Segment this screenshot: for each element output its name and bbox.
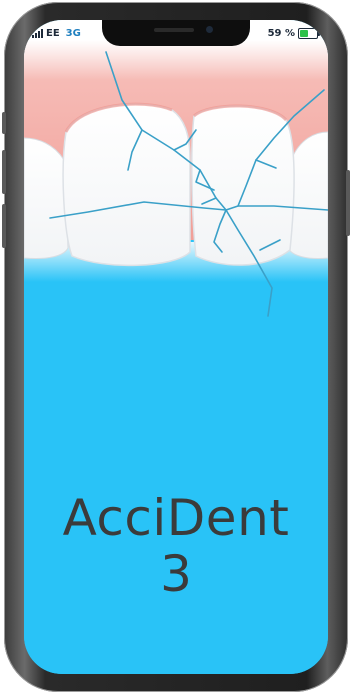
app-screen[interactable]: EE 3G 59 % AcciDent 3 [24,20,328,674]
left-side-tooth [24,137,69,259]
power-button [346,170,350,236]
status-bar-left: EE 3G [32,26,81,40]
carrier-label: EE [46,27,60,39]
volume-up-button [2,150,6,194]
left-front-tooth [62,103,191,267]
status-bar-right: 59 % [267,26,320,40]
app-title-name: AcciDent [62,489,290,547]
speaker-grille [154,28,194,32]
network-type-label: 3G [65,27,81,39]
battery-icon [298,27,320,39]
app-title: AcciDent 3 [24,490,328,602]
front-camera [206,26,213,33]
mute-switch [2,112,6,134]
notch [102,20,250,46]
volume-down-button [2,204,6,248]
signal-icon [32,28,43,38]
battery-percent-label: 59 % [267,27,295,39]
battery-level-fill [300,29,309,37]
app-title-number: 3 [160,545,192,603]
